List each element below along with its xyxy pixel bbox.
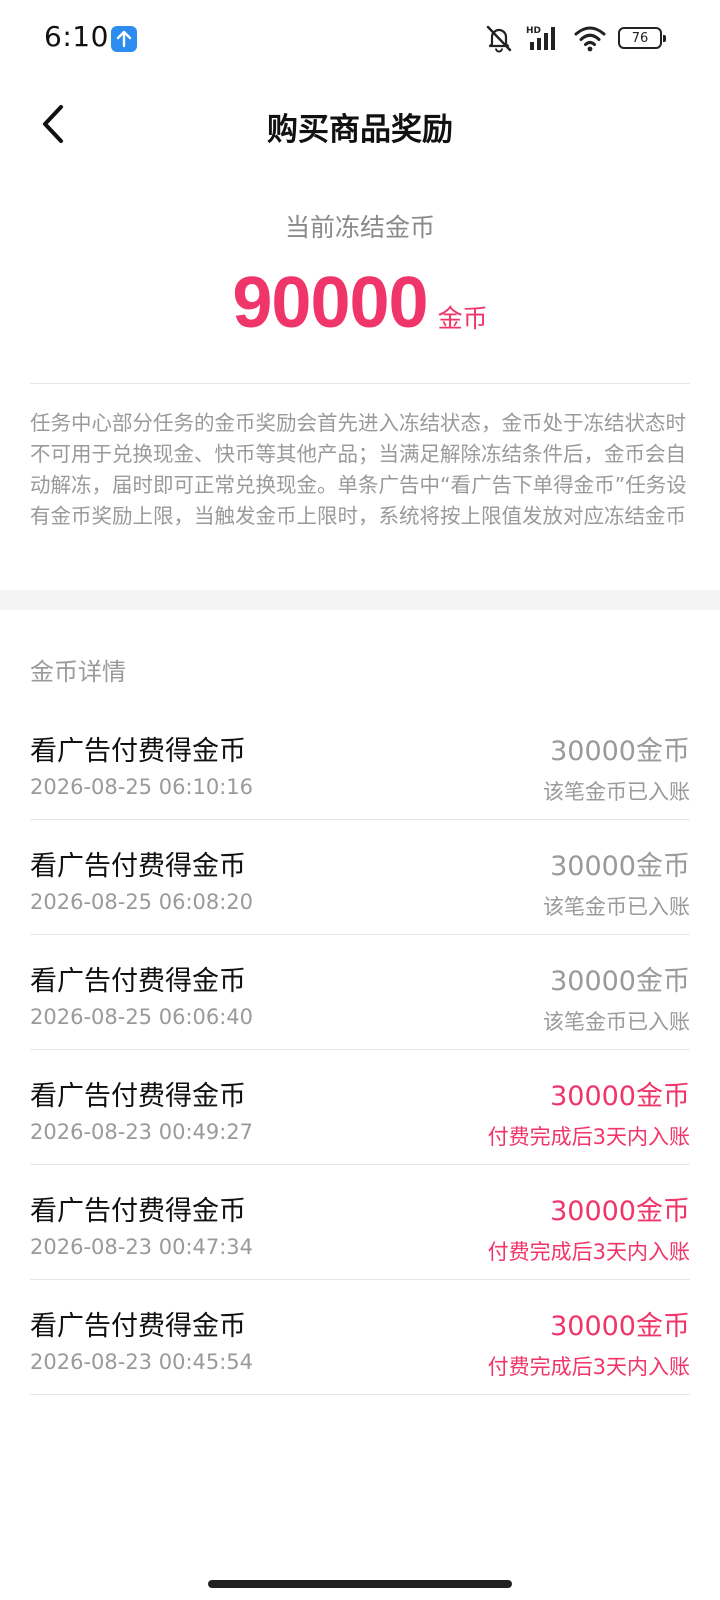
record-status: 该笔金币已入账: [543, 780, 690, 804]
mute-icon: [484, 23, 514, 53]
record-amount: 30000金币: [550, 1081, 690, 1112]
wifi-icon: [574, 24, 606, 52]
home-indicator[interactable]: [208, 1580, 512, 1588]
upload-icon: [111, 26, 137, 52]
record-time: 2026-08-25 06:06:40: [30, 1005, 254, 1029]
section-separator: [0, 590, 720, 610]
record-time: 2026-08-23 00:49:27: [30, 1120, 254, 1144]
record-time: 2026-08-25 06:08:20: [30, 890, 254, 914]
record-time: 2026-08-23 00:47:34: [30, 1235, 254, 1259]
frozen-coins-note: 任务中心部分任务的金币奖励会首先进入冻结状态，金币处于冻结状态时不可用于兑换现金…: [30, 411, 687, 528]
record-status: 该笔金币已入账: [543, 895, 690, 919]
record-time: 2026-08-23 00:45:54: [30, 1350, 254, 1374]
record-status: 付费完成后3天内入账: [487, 1125, 690, 1149]
record-title: 看广告付费得金币: [30, 736, 246, 767]
record-amount: 30000金币: [550, 1196, 690, 1227]
svg-text:HD: HD: [526, 26, 541, 36]
status-bar: 6:10 HD 76: [0, 0, 720, 78]
frozen-coins-amount: 90000 金币: [0, 262, 720, 344]
section-title-coin-details: 金币详情: [30, 658, 126, 686]
record-item: 看广告付费得金币 2026-08-25 06:06:40 30000金币 该笔金…: [30, 935, 690, 1050]
record-status: 该笔金币已入账: [543, 1010, 690, 1034]
battery-icon: 76: [618, 27, 666, 49]
record-status: 付费完成后3天内入账: [487, 1355, 690, 1379]
record-title: 看广告付费得金币: [30, 1081, 246, 1112]
record-amount: 30000金币: [550, 736, 690, 767]
record-amount: 30000金币: [550, 851, 690, 882]
frozen-coins-value: 90000: [232, 263, 428, 343]
record-item: 看广告付费得金币 2026-08-25 06:08:20 30000金币 该笔金…: [30, 820, 690, 935]
record-time: 2026-08-25 06:10:16: [30, 775, 254, 799]
record-item: 看广告付费得金币 2026-08-23 00:49:27 30000金币 付费完…: [30, 1050, 690, 1165]
record-amount: 30000金币: [550, 966, 690, 997]
hd-signal-icon: HD: [526, 24, 562, 52]
page-title: 购买商品奖励: [267, 112, 453, 148]
divider: [30, 383, 690, 384]
record-title: 看广告付费得金币: [30, 966, 246, 997]
record-item: 看广告付费得金币 2026-08-23 00:47:34 30000金币 付费完…: [30, 1165, 690, 1280]
coin-records-list: 看广告付费得金币 2026-08-25 06:10:16 30000金币 该笔金…: [30, 705, 690, 1395]
record-title: 看广告付费得金币: [30, 851, 246, 882]
header: 购买商品奖励: [0, 78, 720, 170]
status-icons: HD 76: [484, 22, 666, 54]
record-title: 看广告付费得金币: [30, 1196, 246, 1227]
record-item: 看广告付费得金币 2026-08-25 06:10:16 30000金币 该笔金…: [30, 705, 690, 820]
status-time: 6:10: [44, 20, 109, 53]
frozen-coins-unit: 金币: [437, 304, 488, 333]
frozen-coins-label: 当前冻结金币: [284, 213, 435, 242]
record-item: 看广告付费得金币 2026-08-23 00:45:54 30000金币 付费完…: [30, 1280, 690, 1395]
record-amount: 30000金币: [550, 1311, 690, 1342]
record-title: 看广告付费得金币: [30, 1311, 246, 1342]
record-status: 付费完成后3天内入账: [487, 1240, 690, 1264]
